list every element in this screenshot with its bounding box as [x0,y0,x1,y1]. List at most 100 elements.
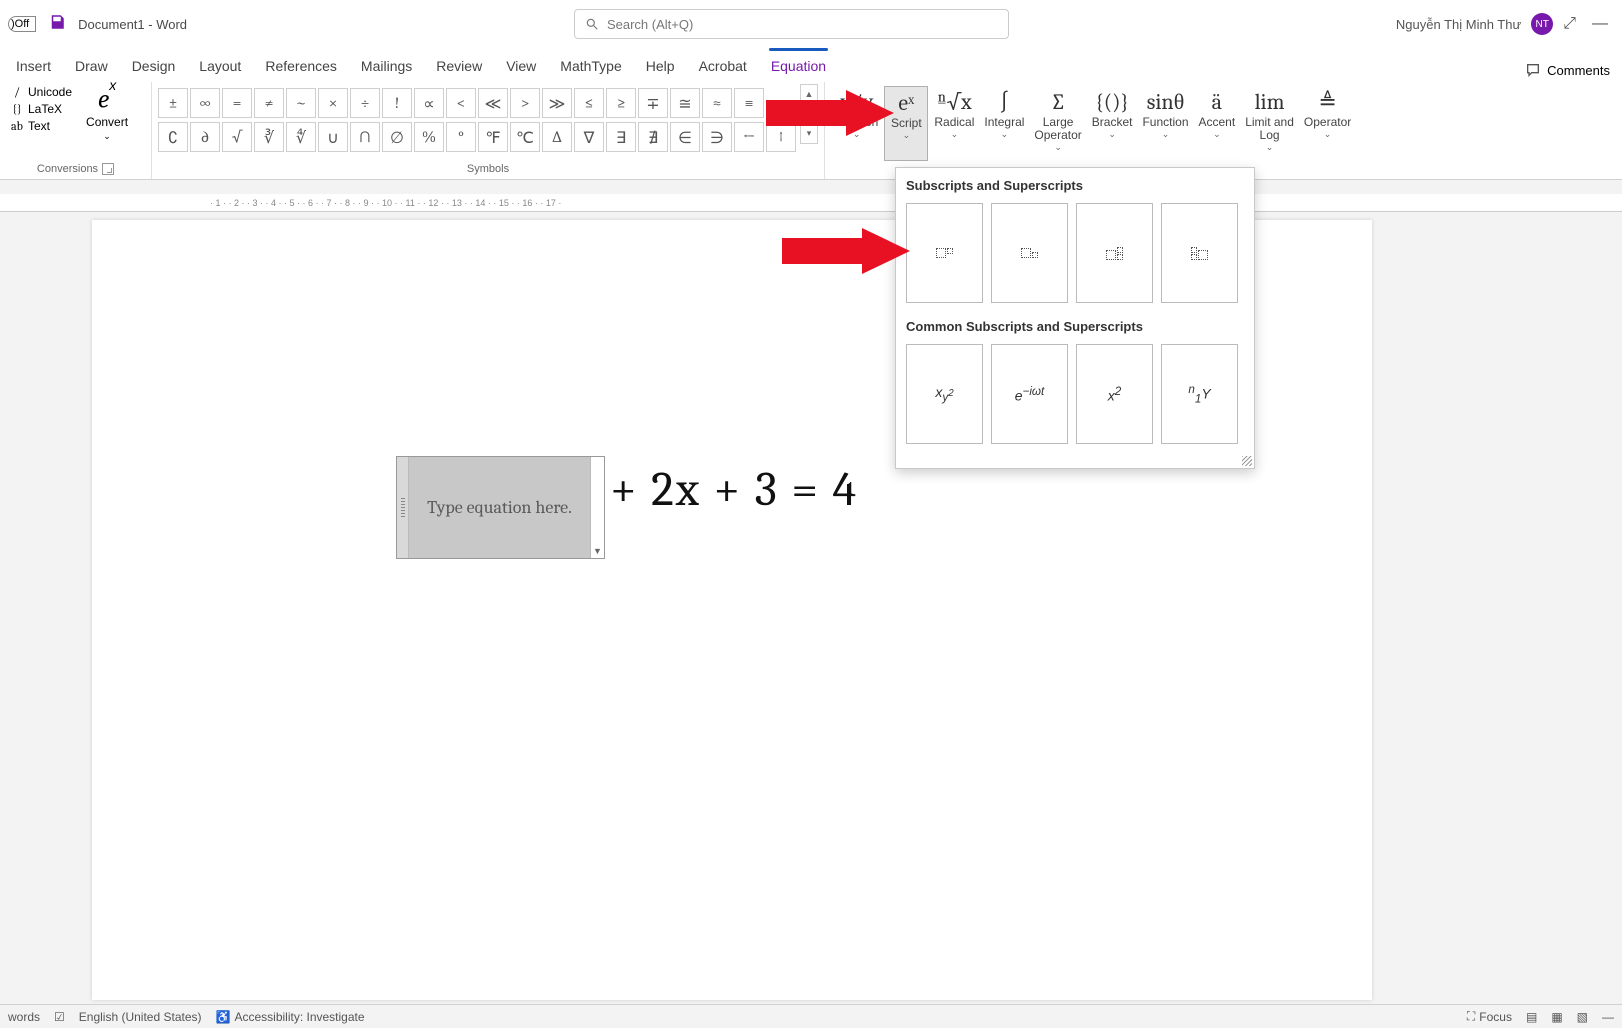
symbol-button[interactable]: ℉ [478,122,508,152]
tab-equation[interactable]: Equation [759,52,838,82]
symbol-button[interactable]: ÷ [350,88,380,118]
symbol-button[interactable]: ∂ [190,122,220,152]
search-icon [585,17,599,31]
symbol-button[interactable]: ∅ [382,122,412,152]
symbol-button[interactable]: ° [446,122,476,152]
symbol-button[interactable]: ≠ [254,88,284,118]
conversions-launcher[interactable] [102,163,114,175]
symbols-grid: ±∞=≠~×÷!∝<≪>≫≤≥∓≅≈≡∁∂√∛∜∪∩∅%°℉℃∆∇∃∄∈∋←↑ [158,84,796,161]
avatar[interactable]: NT [1531,13,1553,35]
symbol-button[interactable]: % [414,122,444,152]
structure-icon: sinθ [1147,88,1185,116]
zoom-out[interactable]: — [1602,1010,1614,1024]
symbol-button[interactable]: ≪ [478,88,508,118]
symbol-button[interactable]: ∁ [158,122,188,152]
ribbon-display-icon[interactable]: ⤢ [1563,15,1576,33]
comments-button[interactable]: Comments [1517,58,1618,82]
symbol-button[interactable]: ≤ [574,88,604,118]
structure-accent[interactable]: äAccent⌄ [1195,86,1240,161]
symbol-button[interactable]: ∞ [190,88,220,118]
superscript-option[interactable] [906,203,983,303]
horizontal-ruler[interactable]: · 1 · · 2 · · 3 · · 4 · · 5 · · 6 · · 7 … [0,194,1622,212]
convert-button[interactable]: ex Convert ⌄ [80,84,134,161]
structure-radical[interactable]: ⁿ√xRadical⌄ [930,86,978,161]
structure-function[interactable]: sinθFunction⌄ [1138,86,1192,161]
web-layout-icon[interactable]: ▧ [1577,1010,1588,1024]
text-option[interactable]: abText [6,118,76,134]
symbol-button[interactable]: > [510,88,540,118]
symbol-button[interactable]: = [222,88,252,118]
symbol-button[interactable]: ← [734,122,764,152]
autosave-toggle[interactable]: ) Off [8,16,36,32]
tab-help[interactable]: Help [634,52,687,82]
latex-option[interactable]: {}LaTeX [6,101,76,117]
symbol-button[interactable]: ∃ [606,122,636,152]
print-layout-icon[interactable]: ▦ [1551,1010,1562,1024]
symbol-button[interactable]: ∪ [318,122,348,152]
equation-move-handle[interactable] [397,457,409,558]
popup-section1-title: Subscripts and Superscripts [906,178,1244,193]
equation-options-dropdown[interactable]: ▼ [590,457,604,558]
symbol-button[interactable]: ≈ [702,88,732,118]
common-e-iwt[interactable]: e−iωt [991,344,1068,444]
structure-icon: ∫ [1000,88,1009,116]
focus-mode[interactable]: ⛶ Focus [1467,1009,1512,1024]
minimize-button[interactable]: — [1586,15,1614,33]
equation-placeholder-text[interactable]: Type equation here. [409,457,590,558]
symbol-button[interactable]: ≡ [734,88,764,118]
symbol-button[interactable]: × [318,88,348,118]
symbol-button[interactable]: ∩ [350,122,380,152]
symbol-button[interactable]: ! [382,88,412,118]
save-icon[interactable] [48,13,66,36]
tab-design[interactable]: Design [120,52,188,82]
symbol-button[interactable]: ≫ [542,88,572,118]
symbol-button[interactable]: ∝ [414,88,444,118]
accessibility-status[interactable]: ♿ Accessibility: Investigate [216,1010,365,1024]
common-x-y2[interactable]: xy2 [906,344,983,444]
common-x2[interactable]: x2 [1076,344,1153,444]
tab-layout[interactable]: Layout [187,52,253,82]
structure-large-operator[interactable]: ∑Large Operator⌄ [1030,86,1085,161]
language-status[interactable]: English (United States) [79,1010,202,1024]
symbol-button[interactable]: ± [158,88,188,118]
tab-mathtype[interactable]: MathType [548,52,633,82]
symbol-button[interactable]: ~ [286,88,316,118]
symbol-button[interactable]: ∇ [574,122,604,152]
common-nY[interactable]: n1Y [1161,344,1238,444]
symbol-button[interactable]: ∓ [638,88,668,118]
structure-operator[interactable]: ≜Operator⌄ [1300,86,1355,161]
unicode-option[interactable]: /Unicode [6,84,76,100]
tab-acrobat[interactable]: Acrobat [687,52,759,82]
symbol-button[interactable]: ∆ [542,122,572,152]
popup-resize-handle[interactable] [1242,456,1252,466]
spellcheck-icon[interactable]: ☑ [54,1010,65,1024]
symbol-button[interactable]: ℃ [510,122,540,152]
left-super-sub-option[interactable] [1161,203,1238,303]
structure-integral[interactable]: ∫Integral⌄ [980,86,1028,161]
symbol-button[interactable]: ∄ [638,122,668,152]
symbol-button[interactable]: ≅ [670,88,700,118]
subscript-option[interactable] [991,203,1068,303]
read-mode-icon[interactable]: ▤ [1526,1010,1537,1024]
username[interactable]: Nguyễn Thị Minh Thư [1396,17,1521,32]
tab-view[interactable]: View [494,52,548,82]
tab-mailings[interactable]: Mailings [349,52,424,82]
structure-icon: eˣ [898,89,914,117]
symbol-button[interactable]: ∜ [286,122,316,152]
word-count[interactable]: words [8,1010,40,1024]
structure-limit-and-log[interactable]: limLimit and Log⌄ [1241,86,1298,161]
symbol-button[interactable]: < [446,88,476,118]
symbol-button[interactable]: ∛ [254,122,284,152]
tab-references[interactable]: References [253,52,349,82]
symbol-button[interactable]: ∋ [702,122,732,152]
tab-insert[interactable]: Insert [4,52,63,82]
super-sub-option[interactable] [1076,203,1153,303]
search-box[interactable]: Search (Alt+Q) [574,9,1009,39]
tab-review[interactable]: Review [424,52,494,82]
symbol-button[interactable]: ≥ [606,88,636,118]
symbol-button[interactable]: √ [222,122,252,152]
chevron-down-icon: ⌄ [1001,129,1009,140]
structure-bracket[interactable]: {()}Bracket⌄ [1088,86,1137,161]
equation-placeholder-box[interactable]: Type equation here. ▼ [396,456,605,559]
symbol-button[interactable]: ∈ [670,122,700,152]
